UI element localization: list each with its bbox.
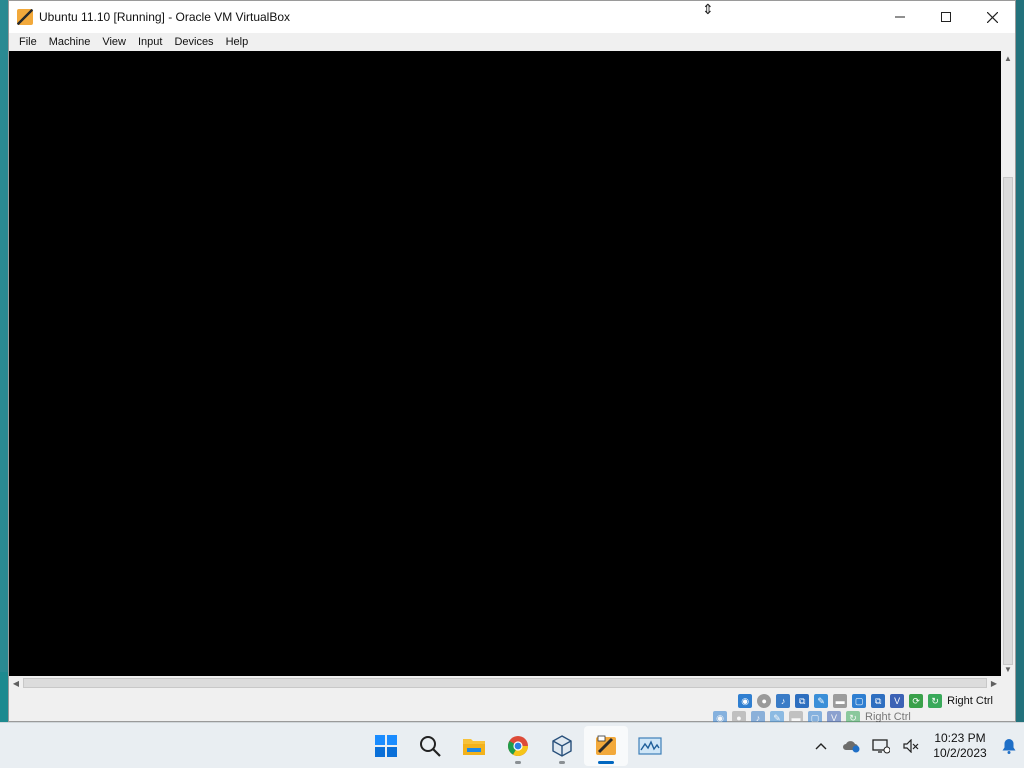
background-optical-drive-icon: ● [732,711,746,722]
background-usb-icon: ✎ [770,711,784,722]
file-explorer-icon [463,739,485,755]
maximize-icon [941,12,951,22]
background-keyboard-capture-icon: ↻ [846,711,860,722]
background-shared-folders-icon: ▬ [789,711,803,722]
virtualbox-vm-active-indicator [598,761,614,764]
vm-display[interactable] [9,51,1001,676]
virtualbox-vm-icon [596,735,616,755]
start-button[interactable] [364,726,408,766]
display-icon[interactable]: ▢ [852,694,867,708]
clock-date: 10/2/2023 [933,746,987,760]
vm-status-bar: ◉ ● ♪ ⧉ ✎ ▬ ▢ ⧉ V ⟳ ↻ Right Ctrl [9,690,1015,712]
virtualbox-manager-button[interactable] [540,726,584,766]
resource-monitor-icon [638,737,662,755]
system-tray: 10:23 PM 10/2/2023 [806,723,1024,768]
menu-help[interactable]: Help [220,36,255,48]
virtualbox-vm-button[interactable] [584,726,628,766]
clock[interactable]: 10:23 PM 10/2/2023 [926,731,994,761]
background-display-icon: ▢ [808,711,822,722]
virtualbox-app-icon [17,9,33,25]
minimize-icon [895,16,905,18]
maximize-button[interactable] [923,1,969,33]
chevron-up-icon [815,743,827,750]
background-window-status-bar: ◉ ● ♪ ✎ ▬ ▢ V ↻ Right Ctrl [708,711,911,722]
close-button[interactable] [969,1,1015,33]
virtualization-icon[interactable]: V [890,694,905,708]
bell-icon [1002,739,1016,754]
optical-drive-icon[interactable]: ● [757,694,772,708]
file-explorer-button[interactable] [452,726,496,766]
horizontal-scroll-thumb[interactable] [23,678,987,688]
shared-folders-icon[interactable]: ▬ [833,694,848,708]
host-key-label: Right Ctrl [947,695,993,707]
vertical-scrollbar[interactable]: ▲ ▼ [1001,51,1015,676]
network-status-button[interactable] [866,731,896,761]
volume-button[interactable] [896,731,926,761]
title-bar[interactable]: Ubuntu 11.10 [Running] - Oracle VM Virtu… [9,1,1015,33]
background-audio-icon: ♪ [751,711,765,722]
search-button[interactable] [408,726,452,766]
menu-view[interactable]: View [96,36,132,48]
onedrive-status-button[interactable] [836,731,866,761]
start-icon [375,735,397,757]
scroll-up-icon[interactable]: ▲ [1001,51,1015,65]
keyboard-capture-icon[interactable]: ↻ [928,694,943,708]
search-icon [420,736,441,757]
clock-time: 10:23 PM [934,731,986,745]
menu-input[interactable]: Input [132,36,168,48]
horizontal-scrollbar[interactable]: ◀ ▶ [9,676,1001,690]
menu-bar: File Machine View Input Devices Help [9,33,1015,51]
scroll-down-icon[interactable]: ▼ [1001,662,1015,676]
close-icon [986,11,998,23]
hard-disk-icon[interactable]: ◉ [738,694,753,708]
speaker-muted-icon [903,739,919,753]
virtualbox-manager-icon [552,735,572,757]
scroll-left-icon[interactable]: ◀ [9,676,23,690]
minimize-button[interactable] [877,1,923,33]
resource-monitor-button[interactable] [628,726,672,766]
scroll-right-icon[interactable]: ▶ [987,676,1001,690]
resize-cursor-icon: ⇕ [702,1,714,17]
background-host-key-label: Right Ctrl [865,711,911,722]
background-virtualization-icon: V [827,711,841,722]
taskbar: 10:23 PM 10/2/2023 [0,722,1024,768]
show-hidden-icons-button[interactable] [806,731,836,761]
network-icon[interactable]: ⧉ [795,694,810,708]
vertical-scroll-thumb[interactable] [1003,177,1013,665]
video-capture-icon[interactable]: ⧉ [871,694,886,708]
virtualbox-manager-running-indicator [559,761,565,764]
mouse-integration-icon[interactable]: ⟳ [909,694,924,708]
audio-icon[interactable]: ♪ [776,694,791,708]
chrome-running-indicator [515,761,521,764]
chrome-button[interactable] [496,726,540,766]
network-disconnected-icon [872,739,890,754]
background-hard-disk-icon: ◉ [713,711,727,722]
taskbar-apps [364,723,672,768]
window-title: Ubuntu 11.10 [Running] - Oracle VM Virtu… [39,10,291,24]
cloud-info-icon [843,741,860,753]
menu-devices[interactable]: Devices [168,36,219,48]
menu-file[interactable]: File [9,36,43,48]
virtualbox-vm-window: Ubuntu 11.10 [Running] - Oracle VM Virtu… [8,0,1016,722]
menu-machine[interactable]: Machine [43,36,97,48]
chrome-icon [508,736,528,756]
usb-icon[interactable]: ✎ [814,694,829,708]
notifications-button[interactable] [994,731,1024,761]
